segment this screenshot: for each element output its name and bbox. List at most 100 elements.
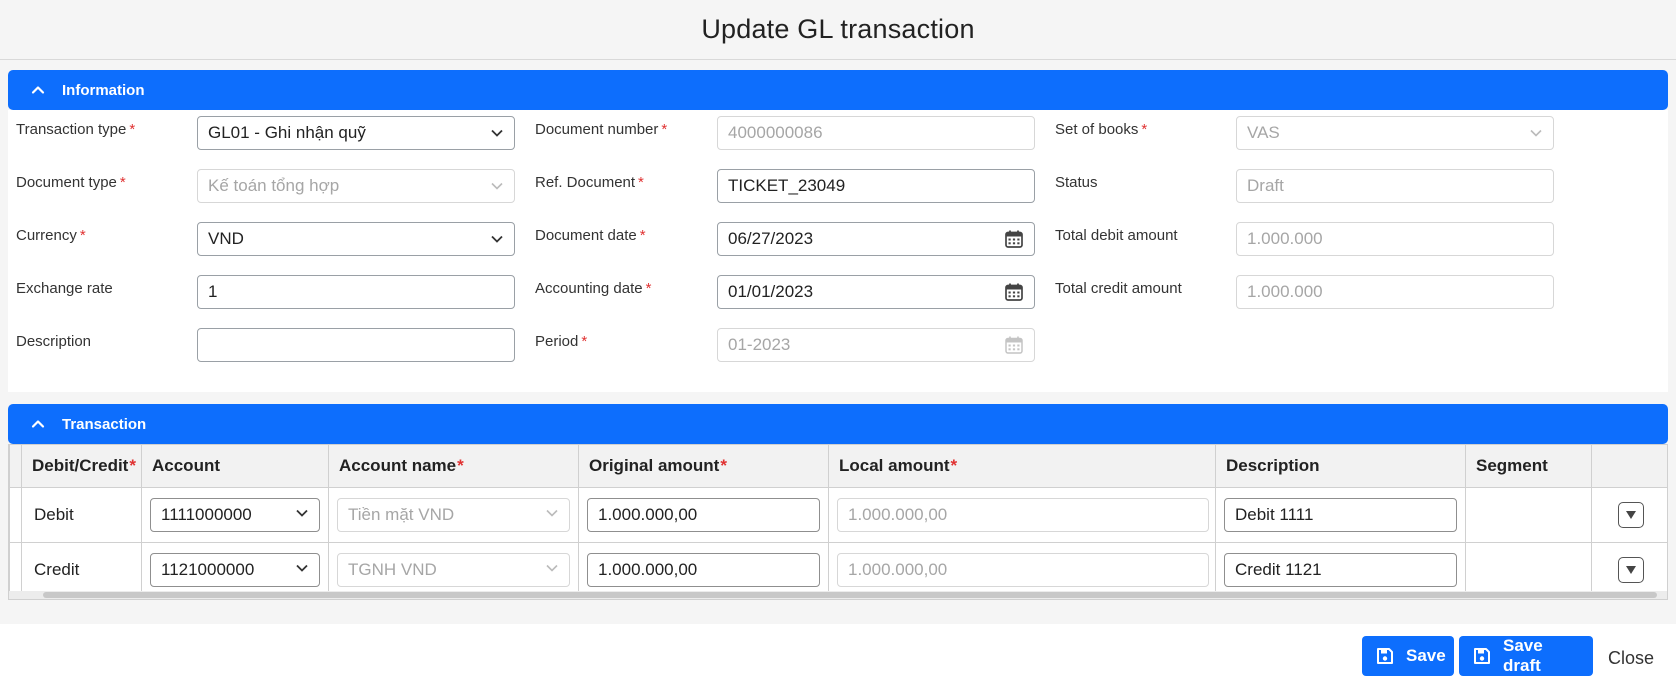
chevron-up-icon: [30, 416, 46, 432]
document-number-label: Document number *: [535, 121, 668, 138]
exchange-rate-value: 1: [208, 282, 218, 301]
document-type-select: Kế toán tổng hợp: [197, 169, 515, 203]
local-amount-input: 1.000.000,00: [837, 497, 1209, 532]
chevron-down-icon: [545, 560, 559, 580]
table-row: Debit 1111000000 Tiền mặt VND 1.000.000,…: [9, 486, 1667, 543]
transaction-grid: Debit/Credit* Account Account name* Orig…: [8, 444, 1668, 600]
transaction-type-value: GL01 - Ghi nhận quỹ: [208, 123, 366, 142]
chevron-down-icon: [1529, 126, 1543, 140]
save-button-label: Save: [1406, 646, 1446, 665]
chevron-down-icon: [490, 232, 504, 246]
original-amount-input[interactable]: 1.000.000,00: [587, 497, 820, 532]
row-menu-button[interactable]: [1617, 556, 1644, 583]
account-name-cell: TGNH VND: [328, 541, 579, 598]
debit-credit-cell[interactable]: Credit: [21, 541, 142, 598]
column-header-local-amount[interactable]: Local amount*: [828, 445, 1216, 488]
account-value: 1111000000: [161, 504, 252, 524]
ref-document-label: Ref. Document *: [535, 174, 644, 191]
table-row: Credit 1121000000 TGNH VND 1.000.000,00 …: [9, 541, 1667, 598]
document-number-value: 4000000086: [728, 123, 823, 142]
accounting-date-value: 01/01/2023: [728, 282, 814, 301]
calendar-icon[interactable]: [1004, 229, 1024, 249]
chevron-down-icon: [295, 560, 309, 580]
row-actions-cell: [1591, 486, 1667, 543]
row-description-input[interactable]: Debit 1111: [1224, 497, 1457, 532]
information-section-title: Information: [62, 81, 145, 99]
row-description-value: Credit 1121: [1235, 559, 1322, 579]
total-credit-label: Total credit amount: [1055, 280, 1182, 297]
chevron-down-icon: [490, 179, 504, 193]
row-menu-button[interactable]: [1617, 501, 1644, 528]
segment-cell[interactable]: [1465, 541, 1592, 598]
close-button[interactable]: Close: [1608, 648, 1654, 669]
account-name-value: TGNH VND: [348, 559, 437, 579]
information-section-toggle[interactable]: Information: [8, 70, 1668, 110]
period-input: 01-2023: [717, 328, 1035, 362]
status-value: Draft: [1247, 176, 1284, 195]
description-input[interactable]: [197, 328, 515, 362]
row-description-value: Debit 1111: [1235, 504, 1314, 524]
exchange-rate-input[interactable]: 1: [197, 275, 515, 309]
description-cell: Debit 1111: [1215, 486, 1466, 543]
modal-header: Update GL transaction: [0, 0, 1676, 60]
column-header-segment[interactable]: Segment: [1465, 445, 1592, 488]
caret-down-icon: [1625, 565, 1636, 574]
document-type-label: Document type *: [16, 174, 126, 191]
column-header-actions: [1591, 445, 1667, 488]
column-header-account[interactable]: Account: [141, 445, 329, 488]
period-value: 01-2023: [728, 335, 791, 354]
column-header-original-amount[interactable]: Original amount*: [578, 445, 829, 488]
currency-label: Currency *: [16, 227, 86, 244]
ref-document-input[interactable]: TICKET_23049: [717, 169, 1035, 203]
transaction-type-label: Transaction type *: [16, 121, 136, 138]
account-select[interactable]: 1111000000: [150, 497, 320, 532]
information-panel: Transaction type * GL01 - Ghi nhận quỹ Do…: [8, 110, 1668, 392]
horizontal-scrollbar[interactable]: [9, 591, 1667, 599]
segment-cell[interactable]: [1465, 486, 1592, 543]
caret-down-icon: [1625, 510, 1636, 519]
account-cell: 1111000000: [141, 486, 329, 543]
account-name-value: Tiền mặt VND: [348, 504, 455, 524]
status-input: Draft: [1236, 169, 1554, 203]
chevron-down-icon: [490, 126, 504, 140]
account-value: 1121000000: [161, 559, 255, 579]
local-amount-value: 1.000.000,00: [848, 504, 948, 524]
grid-row-stub: [9, 445, 22, 488]
row-description-input[interactable]: Credit 1121: [1224, 552, 1457, 587]
save-draft-button[interactable]: Save draft: [1459, 636, 1593, 676]
transaction-section-title: Transaction: [62, 415, 147, 433]
column-header-debit-credit[interactable]: Debit/Credit*: [21, 445, 142, 488]
document-date-label: Document date *: [535, 227, 646, 244]
transaction-type-select[interactable]: GL01 - Ghi nhận quỹ: [197, 116, 515, 150]
local-amount-cell: 1.000.000,00: [828, 541, 1216, 598]
column-header-account-name[interactable]: Account name*: [328, 445, 579, 488]
calendar-icon[interactable]: [1004, 282, 1024, 302]
scrollbar-thumb[interactable]: [43, 592, 1657, 598]
debit-credit-cell[interactable]: Debit: [21, 486, 142, 543]
account-name-select: Tiền mặt VND: [337, 497, 570, 532]
local-amount-value: 1.000.000,00: [848, 559, 948, 579]
transaction-section-toggle[interactable]: Transaction: [8, 404, 1668, 444]
grid-header-row: Debit/Credit* Account Account name* Orig…: [9, 445, 1667, 488]
chevron-down-icon: [295, 505, 309, 525]
accounting-date-input[interactable]: 01/01/2023: [717, 275, 1035, 309]
calendar-icon: [1004, 335, 1024, 355]
column-header-description[interactable]: Description: [1215, 445, 1466, 488]
local-amount-cell: 1.000.000,00: [828, 486, 1216, 543]
row-actions-cell: [1591, 541, 1667, 598]
total-debit-label: Total debit amount: [1055, 227, 1178, 244]
total-credit-input: 1.000.000: [1236, 275, 1554, 309]
currency-select[interactable]: VND: [197, 222, 515, 256]
ref-document-value: TICKET_23049: [728, 176, 846, 195]
original-amount-cell: 1.000.000,00: [578, 486, 829, 543]
document-number-input: 4000000086: [717, 116, 1035, 150]
set-of-books-label: Set of books *: [1055, 121, 1148, 138]
save-button[interactable]: Save: [1362, 636, 1454, 676]
original-amount-input[interactable]: 1.000.000,00: [587, 552, 820, 587]
original-amount-value: 1.000.000,00: [598, 559, 698, 579]
document-date-input[interactable]: 06/27/2023: [717, 222, 1035, 256]
total-credit-value: 1.000.000: [1247, 282, 1323, 301]
account-select[interactable]: 1121000000: [150, 552, 320, 587]
set-of-books-value: VAS: [1247, 123, 1280, 142]
set-of-books-select: VAS: [1236, 116, 1554, 150]
